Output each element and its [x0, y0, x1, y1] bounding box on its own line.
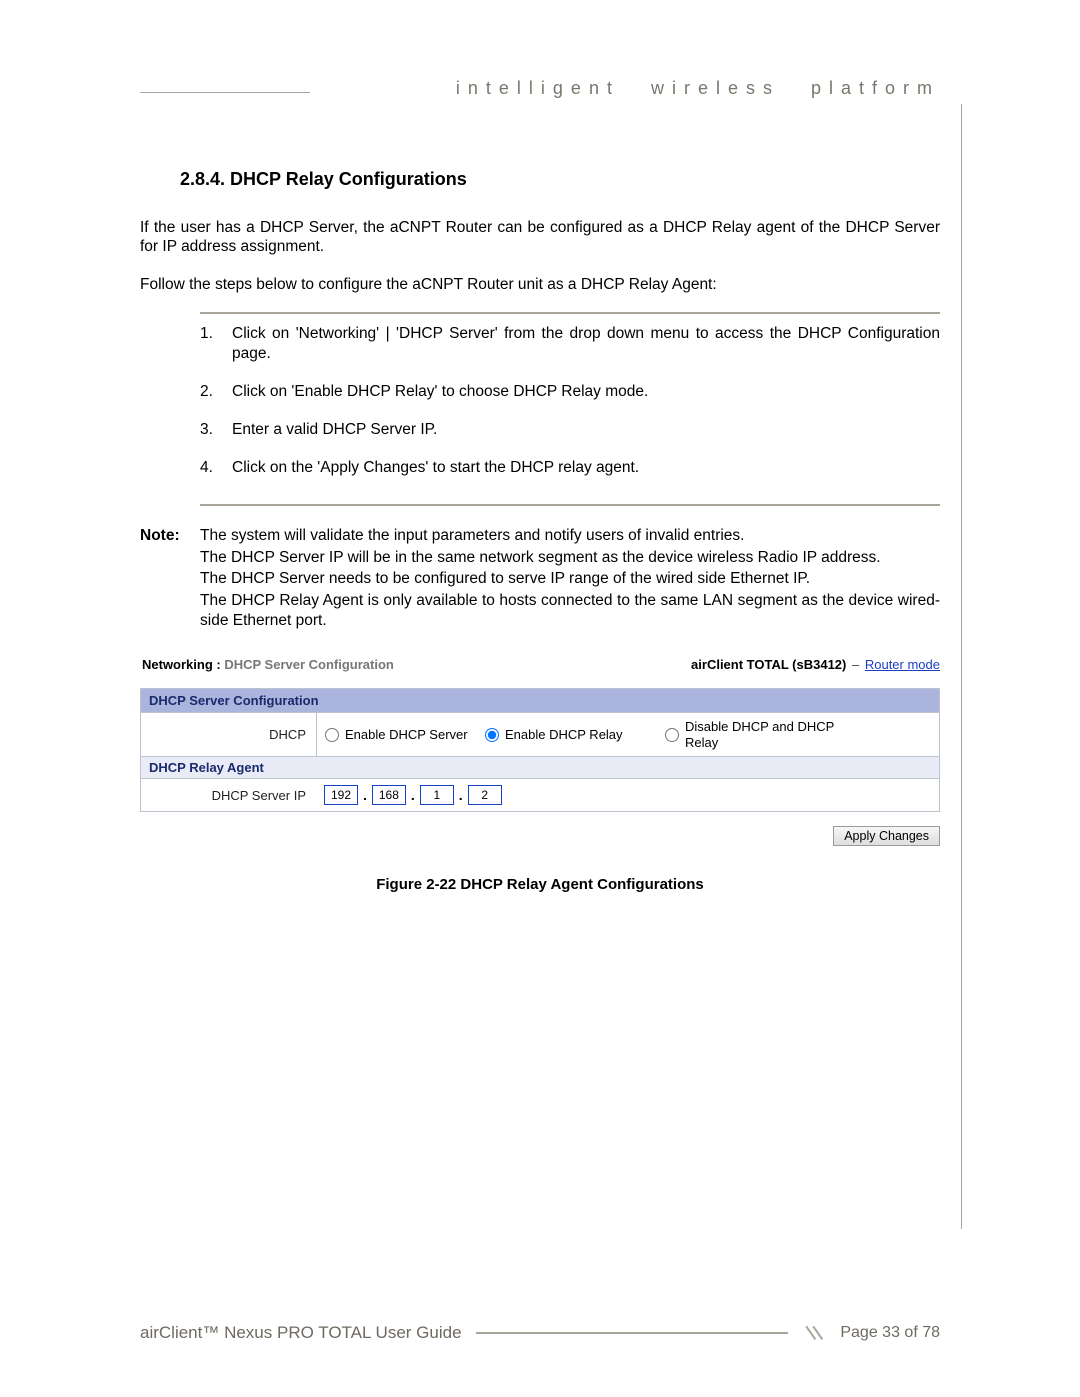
right-margin-rule — [961, 104, 963, 1229]
intro-paragraph-2: Follow the steps below to configure the … — [140, 275, 940, 294]
step-item: Click on the 'Apply Changes' to start th… — [200, 458, 940, 496]
step-item: Enter a valid DHCP Server IP. — [200, 420, 940, 458]
ip-fields: . . . — [324, 785, 502, 805]
footer-title: airClient™ Nexus PRO TOTAL User Guide — [140, 1323, 462, 1343]
footer-separator-icon — [802, 1326, 820, 1340]
router-mode-link[interactable]: Router mode — [865, 657, 940, 672]
dhcp-config-panel: DHCP Server Configuration DHCP Enable DH… — [140, 688, 940, 812]
note-line: The DHCP Server IP will be in the same n… — [200, 548, 940, 568]
header-rule — [140, 92, 310, 94]
note-line: The system will validate the input param… — [200, 526, 940, 546]
ip-octet-2[interactable] — [372, 785, 406, 805]
figure-header: Networking : DHCP Server Configuration a… — [142, 657, 940, 672]
panel-subheader: DHCP Relay Agent — [141, 757, 939, 779]
figure-dhcp-relay: Networking : DHCP Server Configuration a… — [140, 657, 940, 893]
steps-top-rule — [200, 312, 940, 314]
radio-enable-dhcp[interactable] — [325, 728, 339, 742]
step-item: Click on 'Enable DHCP Relay' to choose D… — [200, 382, 940, 420]
note-line: The DHCP Server needs to be configured t… — [200, 569, 940, 589]
figure-caption: Figure 2-22 DHCP Relay Agent Configurati… — [140, 876, 940, 893]
option-disable-both[interactable]: Disable DHCP and DHCP Relay — [657, 713, 877, 756]
dot-icon: . — [362, 787, 368, 803]
section-heading: 2.8.4. DHCP Relay Configurations — [180, 169, 940, 190]
step-item: Click on 'Networking' | 'DHCP Server' fr… — [200, 324, 940, 382]
content-area: intelligent wireless platform 2.8.4. DHC… — [140, 78, 940, 1277]
page-header: intelligent wireless platform — [140, 78, 940, 99]
note-line: The DHCP Relay Agent is only available t… — [200, 591, 940, 631]
row-body-ip: . . . — [316, 779, 939, 811]
breadcrumb-prefix: Networking : — [142, 657, 224, 672]
radio-disable-both[interactable] — [665, 728, 679, 742]
steps-bottom-rule — [200, 504, 940, 506]
panel-header: DHCP Server Configuration — [141, 689, 939, 713]
figure-breadcrumb: Networking : DHCP Server Configuration — [142, 657, 394, 672]
option-enable-dhcp[interactable]: Enable DHCP Server — [317, 721, 477, 749]
breadcrumb-title: DHCP Server Configuration — [224, 657, 394, 672]
figure-device-mode: airClient TOTAL (sB3412) – Router mode — [691, 657, 940, 672]
dash-icon: – — [850, 657, 865, 672]
note-body: The system will validate the input param… — [200, 526, 940, 633]
footer-rule — [476, 1332, 789, 1334]
dhcp-options: Enable DHCP Server Enable DHCP Relay Dis… — [316, 713, 939, 756]
option-label: Disable DHCP and DHCP Relay — [685, 719, 855, 750]
row-label-ip: DHCP Server IP — [141, 779, 316, 811]
ip-octet-3[interactable] — [420, 785, 454, 805]
note-block: Note: The system will validate the input… — [140, 526, 940, 633]
option-label: Enable DHCP Relay — [505, 727, 623, 743]
apply-row: Apply Changes — [140, 826, 940, 846]
intro-paragraph-1: If the user has a DHCP Server, the aCNPT… — [140, 218, 940, 257]
option-label: Enable DHCP Server — [345, 727, 468, 743]
page-footer: airClient™ Nexus PRO TOTAL User Guide Pa… — [140, 1323, 940, 1343]
dot-icon: . — [458, 787, 464, 803]
steps-list: Click on 'Networking' | 'DHCP Server' fr… — [200, 324, 940, 497]
footer-page-number: Page 33 of 78 — [834, 1324, 940, 1342]
device-name: airClient TOTAL (sB3412) — [691, 657, 846, 672]
apply-changes-button[interactable]: Apply Changes — [833, 826, 940, 846]
row-dhcp-mode: DHCP Enable DHCP Server Enable DHCP Rela… — [141, 713, 939, 757]
footer-row: airClient™ Nexus PRO TOTAL User Guide Pa… — [140, 1323, 940, 1343]
option-enable-relay[interactable]: Enable DHCP Relay — [477, 721, 657, 749]
row-label-dhcp: DHCP — [141, 713, 316, 756]
ip-octet-4[interactable] — [468, 785, 502, 805]
dot-icon: . — [410, 787, 416, 803]
radio-enable-relay[interactable] — [485, 728, 499, 742]
header-tagline: intelligent wireless platform — [324, 78, 940, 99]
note-label: Note: — [140, 526, 200, 633]
ip-octet-1[interactable] — [324, 785, 358, 805]
row-dhcp-server-ip: DHCP Server IP . . . — [141, 779, 939, 811]
page: intelligent wireless platform 2.8.4. DHC… — [0, 0, 1080, 1397]
